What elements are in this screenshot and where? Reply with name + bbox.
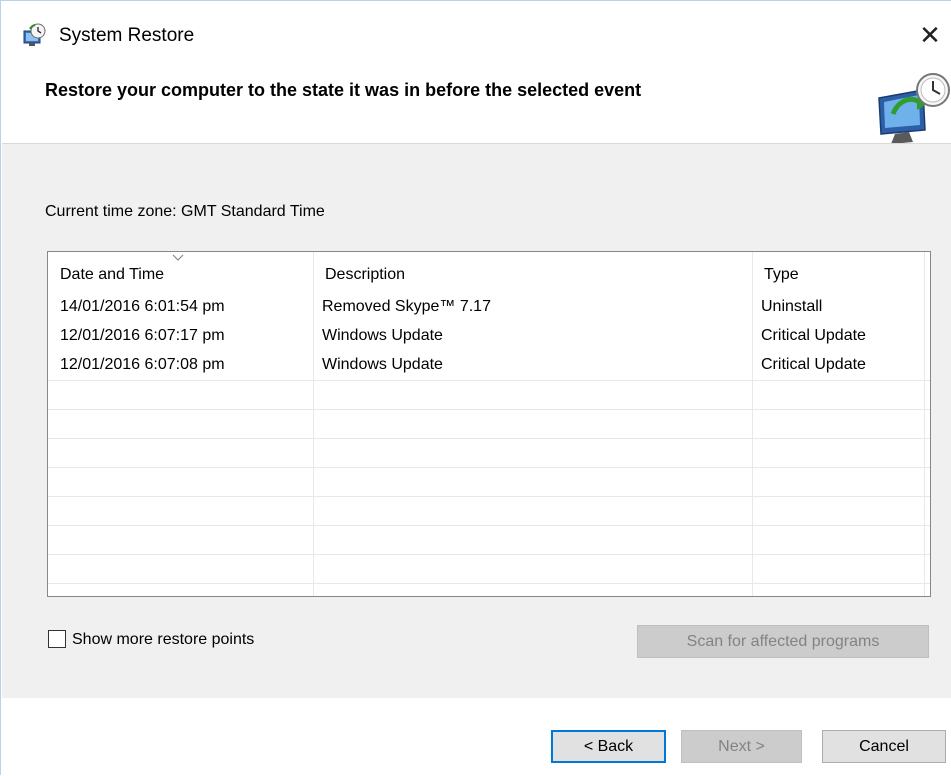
row-type: Uninstall <box>761 298 823 315</box>
row-divider <box>48 525 930 526</box>
row-description: Removed Skype™ 7.17 <box>322 298 491 315</box>
page-heading: Restore your computer to the state it wa… <box>45 80 642 100</box>
restore-points-list[interactable]: Date and Time Description Type 14/01/201… <box>47 251 931 597</box>
row-divider <box>48 409 930 410</box>
system-restore-icon <box>23 23 46 46</box>
column-header-description[interactable]: Description <box>313 252 751 292</box>
next-button[interactable]: Next > <box>681 730 802 763</box>
scan-affected-programs-button[interactable]: Scan for affected programs <box>637 625 929 658</box>
title-bar: System Restore ✕ <box>1 1 951 63</box>
row-divider <box>48 467 930 468</box>
sort-descending-icon <box>172 254 184 261</box>
close-icon: ✕ <box>919 20 941 50</box>
footer: < Back Next > Cancel <box>2 698 951 776</box>
column-header-type-label: Type <box>764 266 799 283</box>
row-description: Windows Update <box>322 327 443 344</box>
row-description: Windows Update <box>322 356 443 373</box>
row-date: 14/01/2016 6:01:54 pm <box>60 298 225 315</box>
row-divider <box>48 554 930 555</box>
timezone-label: Current time zone: GMT Standard Time <box>45 203 325 220</box>
table-row[interactable]: 12/01/2016 6:07:08 pm Windows Update Cri… <box>48 351 930 379</box>
row-date: 12/01/2016 6:07:17 pm <box>60 327 225 344</box>
row-date: 12/01/2016 6:07:08 pm <box>60 356 225 373</box>
row-divider <box>48 438 930 439</box>
column-header-date-label: Date and Time <box>60 266 165 283</box>
row-divider <box>48 583 930 584</box>
content-area: Current time zone: GMT Standard Time Dat… <box>2 143 951 699</box>
window-title: System Restore <box>59 25 195 46</box>
column-header-date[interactable]: Date and Time <box>48 252 313 292</box>
system-restore-monitor-icon <box>878 73 950 144</box>
cancel-button[interactable]: Cancel <box>822 730 946 763</box>
table-row[interactable]: 14/01/2016 6:01:54 pm Removed Skype™ 7.1… <box>48 293 930 321</box>
row-type: Critical Update <box>761 327 866 344</box>
show-more-label[interactable]: Show more restore points <box>72 631 254 649</box>
close-button[interactable]: ✕ <box>908 17 951 53</box>
column-header-description-label: Description <box>325 266 406 283</box>
table-row[interactable]: 12/01/2016 6:07:17 pm Windows Update Cri… <box>48 322 930 350</box>
row-divider <box>48 380 930 381</box>
show-more-checkbox[interactable] <box>48 630 66 648</box>
back-button[interactable]: < Back <box>551 730 666 763</box>
row-divider <box>48 496 930 497</box>
header-band: Restore your computer to the state it wa… <box>1 63 951 144</box>
system-restore-window: System Restore ✕ Restore your computer t… <box>0 0 951 776</box>
row-type: Critical Update <box>761 356 866 373</box>
column-header-type[interactable]: Type <box>752 252 924 292</box>
